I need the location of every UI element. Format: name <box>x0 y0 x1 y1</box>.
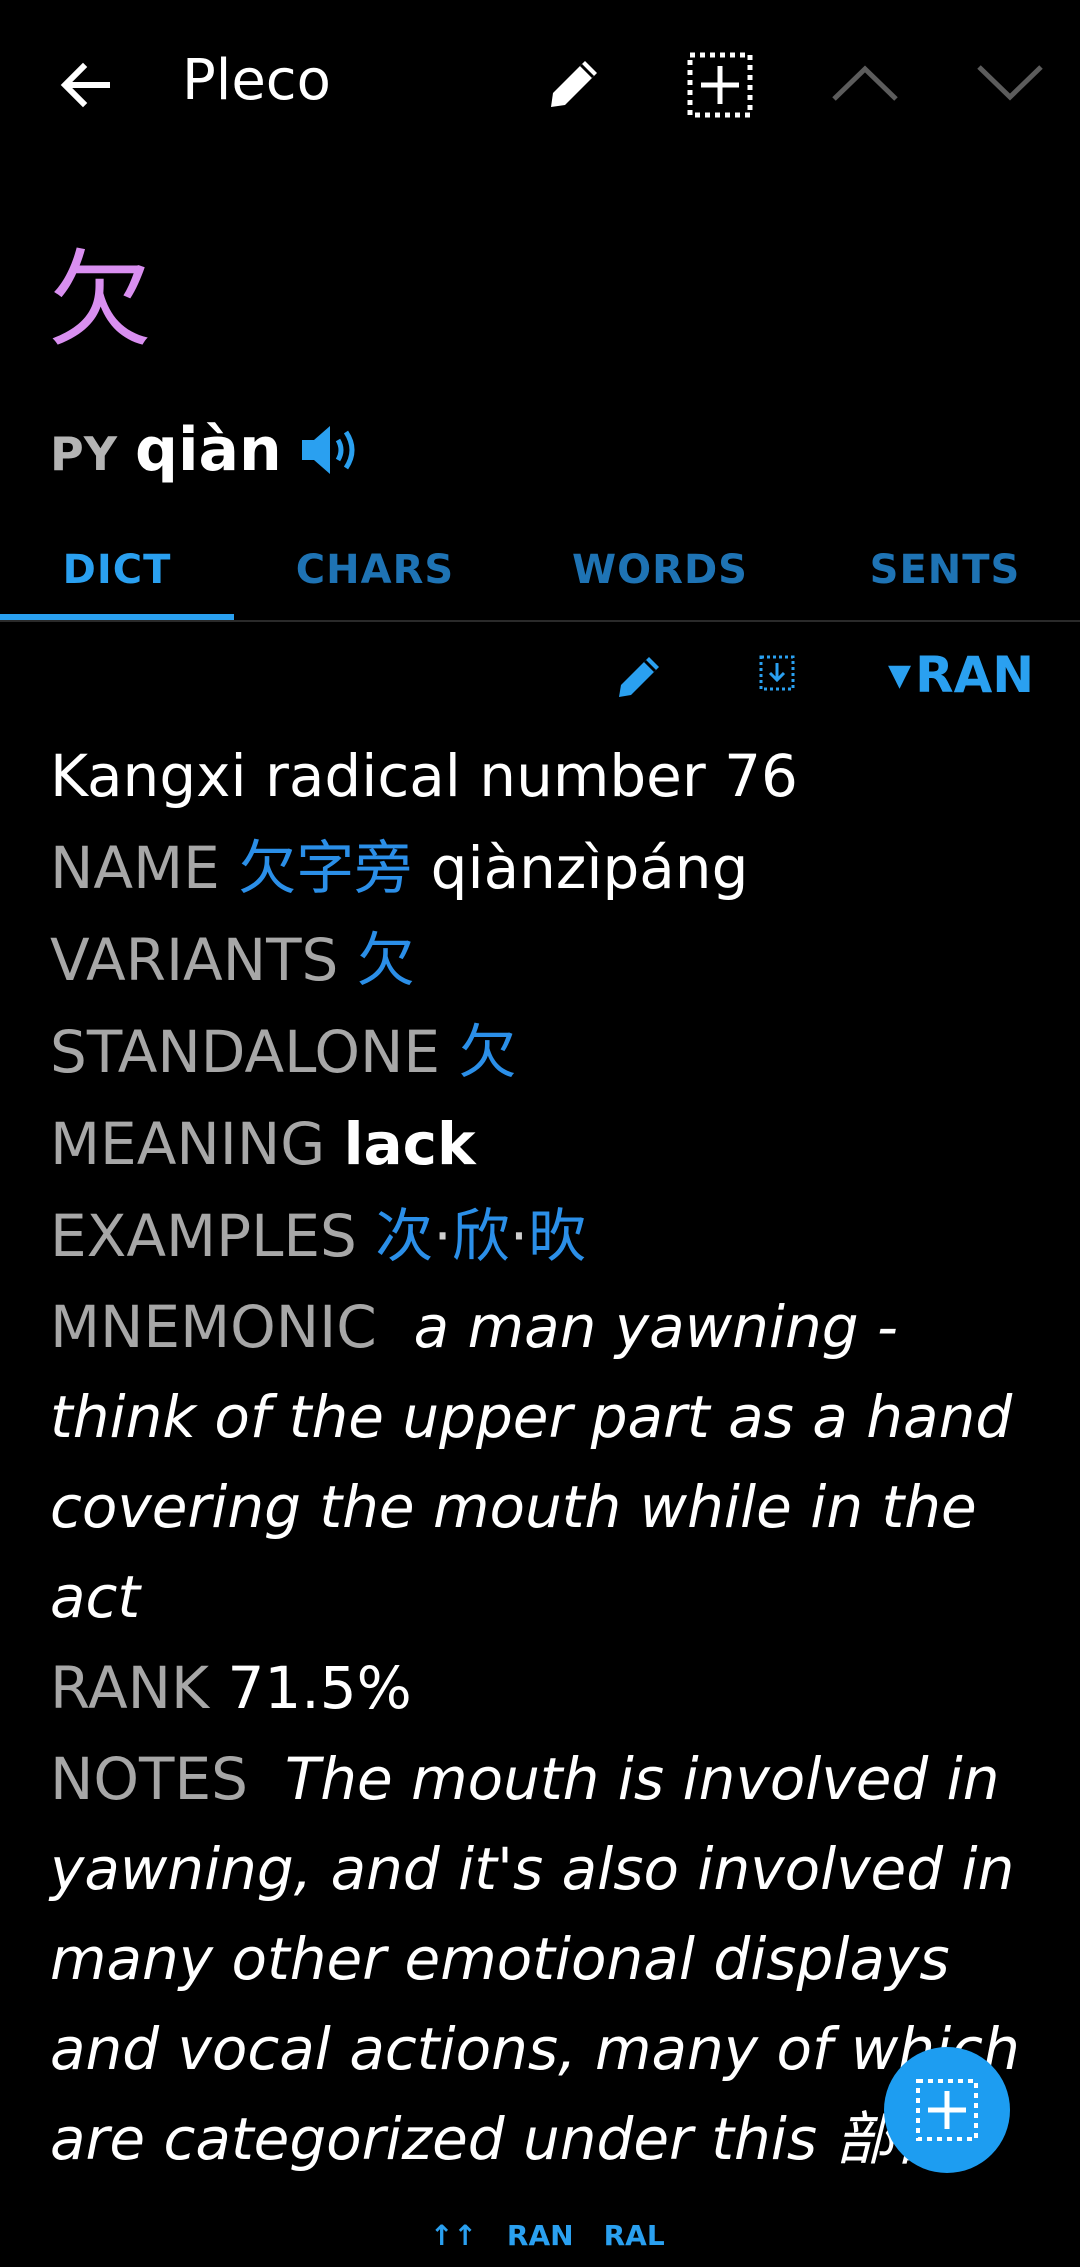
dictionary-toolbar: ▼ RAN <box>0 630 1080 720</box>
example-link[interactable]: 欥 <box>528 1202 586 1270</box>
dictionary-selector[interactable]: ▼ RAN <box>888 640 1034 710</box>
standalone-line: STANDALONE 欠 <box>50 1006 1040 1098</box>
examples-label: EXAMPLES <box>50 1202 357 1270</box>
active-tab-indicator <box>0 614 234 620</box>
crosshair-grid-icon[interactable] <box>673 38 767 132</box>
variants-line: VARIANTS 欠 <box>50 914 1040 1006</box>
speaker-icon[interactable] <box>296 415 366 485</box>
rank-line: RANK 71.5% <box>50 1642 1040 1734</box>
bottom-dictionary-nav: ↑↑ RAN RAL <box>430 2210 695 2260</box>
tab-words[interactable]: WORDS <box>545 520 775 620</box>
add-crosshair-fab[interactable] <box>884 2047 1010 2173</box>
name-pinyin: qiànzìpáng <box>430 834 749 902</box>
back-arrow-icon[interactable] <box>40 40 130 130</box>
meaning-line: MEANING lack <box>50 1098 1040 1190</box>
save-download-icon[interactable] <box>752 648 802 698</box>
dictionary-entry: Kangxi radical number 76 NAME 欠字旁 qiànzì… <box>50 730 1040 2184</box>
examples-line: EXAMPLES 次·欣·欥 <box>50 1190 1040 1282</box>
name-label: NAME <box>50 834 220 902</box>
variants-label: VARIANTS <box>50 926 339 994</box>
pencil-icon[interactable] <box>530 38 620 128</box>
bottom-nav-item[interactable]: RAL <box>604 2219 665 2252</box>
rank-label: RANK <box>50 1654 210 1722</box>
definition-text: Kangxi radical number 76 <box>50 742 798 810</box>
bottom-nav-item[interactable]: RAN <box>507 2219 574 2252</box>
meaning-label: MEANING <box>50 1110 326 1178</box>
variants-link[interactable]: 欠 <box>357 926 415 994</box>
standalone-link[interactable]: 欠 <box>459 1018 517 1086</box>
pinyin-label: PY <box>50 427 118 481</box>
dictionary-name: RAN <box>915 646 1035 704</box>
app-title: Pleco <box>182 48 331 113</box>
tab-bar: DICT CHARS WORDS SENTS <box>0 520 1080 622</box>
dropdown-triangle-icon: ▼ <box>888 657 912 693</box>
name-chinese-link[interactable]: 欠字旁 <box>238 834 412 902</box>
chevron-down-icon[interactable] <box>965 38 1055 128</box>
scroll-top-icon[interactable]: ↑↑ <box>430 2219 477 2252</box>
definition-line: Kangxi radical number 76 <box>50 730 1040 822</box>
headword-character[interactable]: 欠 <box>48 240 152 360</box>
example-separator: · <box>509 1202 529 1270</box>
example-separator: · <box>433 1202 452 1270</box>
pinyin-value[interactable]: qiàn <box>135 415 282 485</box>
notes-label: NOTES <box>50 1745 248 1813</box>
example-link[interactable]: 次 <box>375 1202 433 1270</box>
rank-value: 71.5% <box>227 1654 412 1722</box>
tab-chars[interactable]: CHARS <box>260 520 490 620</box>
mnemonic-label: MNEMONIC <box>50 1293 377 1361</box>
standalone-label: STANDALONE <box>50 1018 441 1086</box>
tab-dict[interactable]: DICT <box>0 520 234 620</box>
top-app-bar: Pleco <box>0 0 1080 168</box>
mnemonic-block: MNEMONIC a man yawning - think of the up… <box>50 1282 1040 1642</box>
add-crosshair-icon <box>916 2079 978 2141</box>
chevron-up-icon[interactable] <box>820 38 910 128</box>
tab-sents[interactable]: SENTS <box>830 520 1060 620</box>
pencil-icon[interactable] <box>608 642 674 708</box>
meaning-value: lack <box>343 1110 476 1178</box>
name-line: NAME 欠字旁 qiànzìpáng <box>50 822 1040 914</box>
example-link[interactable]: 欣 <box>452 1202 510 1270</box>
pinyin-row: PY qiàn <box>50 410 366 490</box>
